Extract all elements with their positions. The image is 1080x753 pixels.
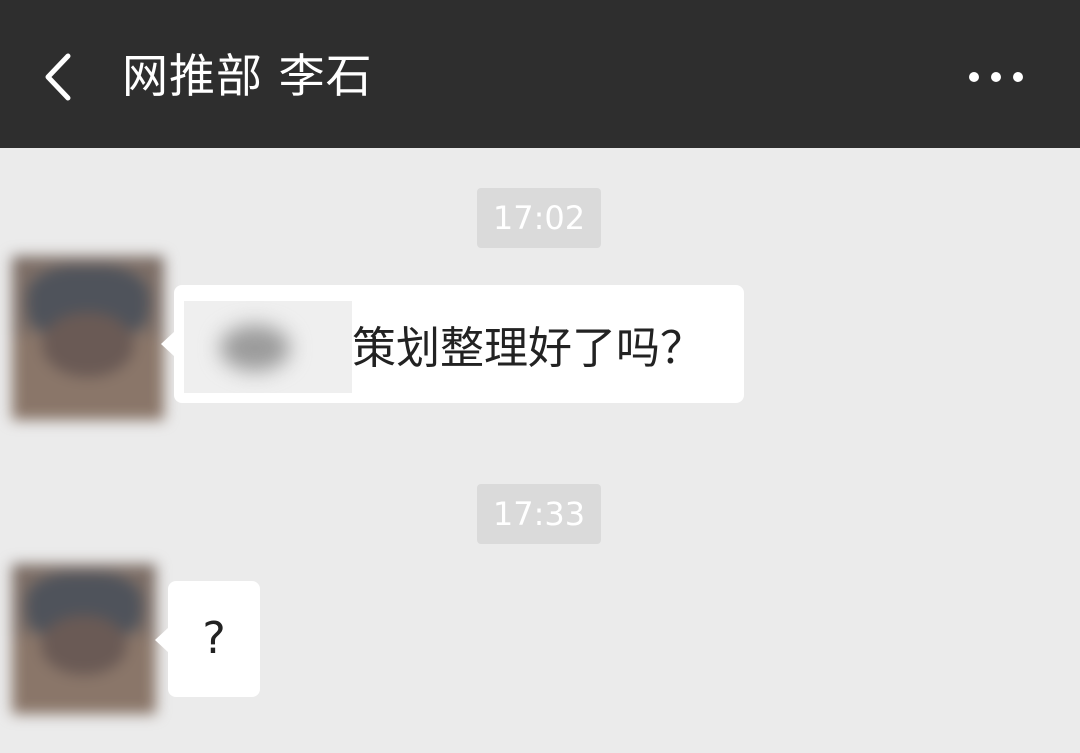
more-horizontal-icon	[969, 72, 1023, 82]
chat-screen: 网推部 李石 17:02 策划整理好了吗？ 17:33 ?	[0, 0, 1080, 753]
contact-avatar[interactable]	[12, 564, 156, 714]
timestamp-badge: 17:33	[477, 484, 601, 544]
chevron-left-icon	[45, 53, 71, 101]
chat-title: 网推部 李石	[122, 49, 373, 103]
message-bubble[interactable]: 策划整理好了吗？	[161, 285, 744, 403]
message-text: ?	[202, 613, 226, 664]
blurred-sticker	[184, 301, 352, 393]
contact-avatar[interactable]	[12, 256, 164, 420]
more-options-button[interactable]	[956, 52, 1036, 102]
timestamp-badge: 17:02	[477, 188, 601, 248]
back-button[interactable]	[30, 42, 90, 112]
message-bubble[interactable]: ?	[155, 581, 260, 697]
chat-header: 网推部 李石	[0, 0, 1080, 148]
message-text: 策划整理好了吗？	[352, 323, 704, 374]
